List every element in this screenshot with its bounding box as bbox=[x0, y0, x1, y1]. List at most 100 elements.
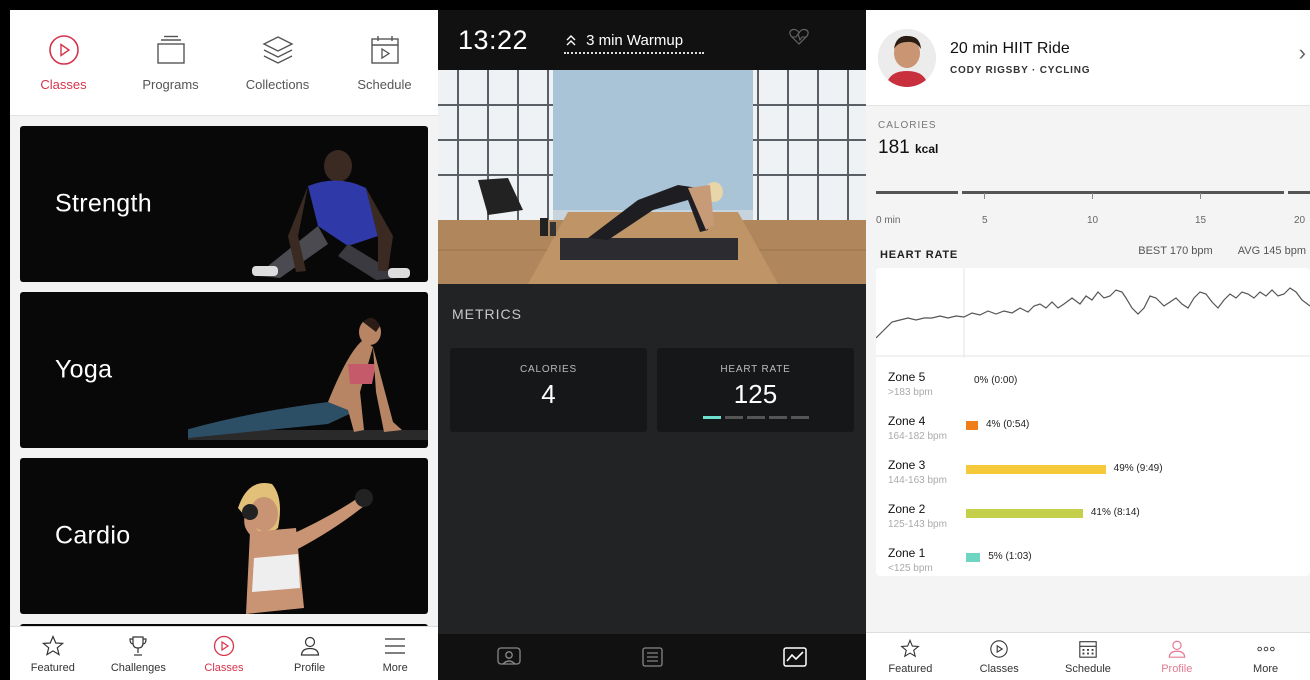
instructor-discipline: CODY RIGSBY · CYCLING bbox=[950, 64, 1091, 76]
heart-rate-line bbox=[876, 287, 1310, 339]
metric-label: HEART RATE bbox=[720, 364, 791, 375]
timeline-label: 5 bbox=[982, 215, 988, 226]
zone-segment bbox=[746, 416, 765, 419]
camera-icon[interactable] bbox=[496, 646, 522, 668]
zone-name: Zone 1 bbox=[888, 546, 926, 560]
calories-value-row: 181 kcal bbox=[878, 137, 1310, 159]
nav-featured[interactable]: Featured bbox=[866, 633, 955, 680]
timeline-segment bbox=[962, 191, 1284, 194]
category-card-cardio[interactable]: Cardio bbox=[20, 458, 428, 614]
tab-label: Schedule bbox=[357, 77, 412, 92]
zone-segment bbox=[724, 416, 743, 419]
current-segment[interactable]: 3 min Warmup bbox=[564, 32, 683, 49]
double-chevron-up-icon bbox=[566, 35, 576, 46]
metrics-heading: METRICS bbox=[452, 306, 522, 322]
studio-scene bbox=[438, 70, 866, 284]
metric-heart-rate: HEART RATE 125 bbox=[657, 348, 854, 432]
profile-icon bbox=[1168, 640, 1186, 658]
zone-bar bbox=[966, 421, 978, 430]
category-card-strength[interactable]: Strength bbox=[20, 126, 428, 282]
heart-rate-zone-indicator bbox=[702, 416, 809, 419]
workout-header[interactable]: 20 min HIIT Ride CODY RIGSBY · CYCLING › bbox=[866, 10, 1310, 106]
more-dots-icon bbox=[1256, 646, 1275, 651]
timeline-segment bbox=[1288, 191, 1310, 194]
nav-profile[interactable]: Profile bbox=[1132, 633, 1221, 680]
tab-schedule[interactable]: Schedule bbox=[331, 10, 438, 115]
zone-bar bbox=[966, 553, 981, 562]
tab-label: Collections bbox=[245, 77, 310, 92]
nav-label: Classes bbox=[204, 661, 244, 674]
zone-percentage: 41% (8:14) bbox=[1090, 507, 1140, 518]
zone-segment bbox=[768, 416, 787, 419]
calendar-icon bbox=[370, 36, 399, 64]
chart-icon[interactable] bbox=[782, 646, 808, 668]
play-circle-icon bbox=[990, 639, 1008, 658]
timeline-tick bbox=[984, 193, 985, 199]
strength-photo bbox=[252, 150, 410, 280]
zone-range: <125 bpm bbox=[888, 563, 933, 574]
metric-label: CALORIES bbox=[520, 364, 577, 375]
list-icon[interactable] bbox=[639, 646, 665, 668]
menu-icon bbox=[385, 637, 406, 654]
tab-label: Classes bbox=[40, 77, 87, 92]
nav-label: Featured bbox=[30, 661, 75, 674]
zone-bar bbox=[966, 509, 1083, 518]
tab-programs[interactable]: Programs bbox=[117, 10, 224, 115]
star-icon bbox=[41, 634, 64, 656]
workout-title-block: 20 min HIIT Ride CODY RIGSBY · CYCLING bbox=[950, 40, 1090, 76]
tab-classes[interactable]: Classes bbox=[10, 10, 117, 115]
zone-name: Zone 5 bbox=[888, 370, 926, 384]
nav-more[interactable]: More bbox=[352, 627, 438, 680]
heart-rate-card: Zone 5 >183 bpm 0% (0:00) Zone 4 164-182… bbox=[876, 268, 1310, 576]
tab-collections[interactable]: Collections bbox=[224, 10, 331, 115]
tab-label: Programs bbox=[142, 77, 199, 92]
nav-schedule[interactable]: Schedule bbox=[1044, 633, 1133, 680]
player-bottom-bar bbox=[438, 634, 866, 680]
timeline-label: 10 bbox=[1087, 215, 1099, 226]
nav-label: Challenges bbox=[110, 661, 166, 674]
nav-challenges[interactable]: Challenges bbox=[96, 627, 182, 680]
zone-segment bbox=[790, 416, 809, 419]
workout-summary-screen: 20 min HIIT Ride CODY RIGSBY · CYCLING ›… bbox=[866, 10, 1310, 680]
zone-percentage: 4% (0:54) bbox=[986, 419, 1030, 430]
calories-summary: CALORIES 181 kcal bbox=[866, 106, 1310, 159]
layers-icon bbox=[261, 36, 294, 64]
zone-percentage: 0% (0:00) bbox=[974, 375, 1018, 386]
timeline-label: 0 min bbox=[876, 215, 901, 226]
heart-rate-title: HEART RATE bbox=[880, 249, 959, 261]
class-category-list: Strength Yoga Cardio bbox=[20, 126, 428, 664]
bottom-navigation: Featured Challenges Classes Profile More bbox=[10, 626, 438, 680]
zone-row: Zone 5 >183 bpm 0% (0:00) bbox=[888, 370, 1310, 414]
nav-featured[interactable]: Featured bbox=[10, 627, 96, 680]
zone-range: >183 bpm bbox=[888, 387, 933, 398]
nav-label: Profile bbox=[1161, 662, 1193, 675]
category-label: Strength bbox=[55, 189, 152, 218]
nav-more[interactable]: More bbox=[1221, 633, 1310, 680]
nav-profile[interactable]: Profile bbox=[267, 627, 353, 680]
zone-row: Zone 3 144-163 bpm 49% (9:49) bbox=[888, 458, 1310, 502]
trophy-icon bbox=[129, 635, 147, 656]
bottom-navigation: Featured Classes Schedule Profile More bbox=[866, 632, 1310, 680]
live-class-screen: 13:22 3 min Warmup METRICS CALORIES 4 HE… bbox=[438, 10, 866, 680]
heart-rate-icon[interactable] bbox=[788, 28, 810, 46]
best-heart-rate: BEST 170 bpm bbox=[1138, 245, 1213, 257]
nav-label: Profile bbox=[293, 661, 326, 674]
nav-label: Classes bbox=[979, 662, 1019, 675]
category-card-yoga[interactable]: Yoga bbox=[20, 292, 428, 448]
zone-percentage: 5% (1:03) bbox=[988, 551, 1032, 562]
segment-label: 3 min Warmup bbox=[586, 31, 684, 49]
zone-range: 164-182 bpm bbox=[888, 431, 947, 442]
nav-classes[interactable]: Classes bbox=[955, 633, 1044, 680]
timeline-tick bbox=[1092, 193, 1093, 199]
class-video[interactable] bbox=[438, 70, 866, 284]
nav-label: Schedule bbox=[1065, 662, 1111, 675]
zone-name: Zone 4 bbox=[888, 414, 926, 428]
nav-classes[interactable]: Classes bbox=[181, 627, 267, 680]
heart-rate-header: HEART RATE BEST 170 bpm AVG 145 bpm bbox=[866, 245, 1310, 267]
avg-heart-rate: AVG 145 bpm bbox=[1237, 245, 1306, 257]
timeline-label: 20 bbox=[1294, 215, 1306, 226]
stack-icon bbox=[156, 35, 185, 64]
zone-range: 144-163 bpm bbox=[888, 475, 947, 486]
heart-rate-zones: Zone 5 >183 bpm 0% (0:00) Zone 4 164-182… bbox=[888, 370, 1310, 590]
chevron-right-icon[interactable]: › bbox=[1299, 40, 1306, 66]
